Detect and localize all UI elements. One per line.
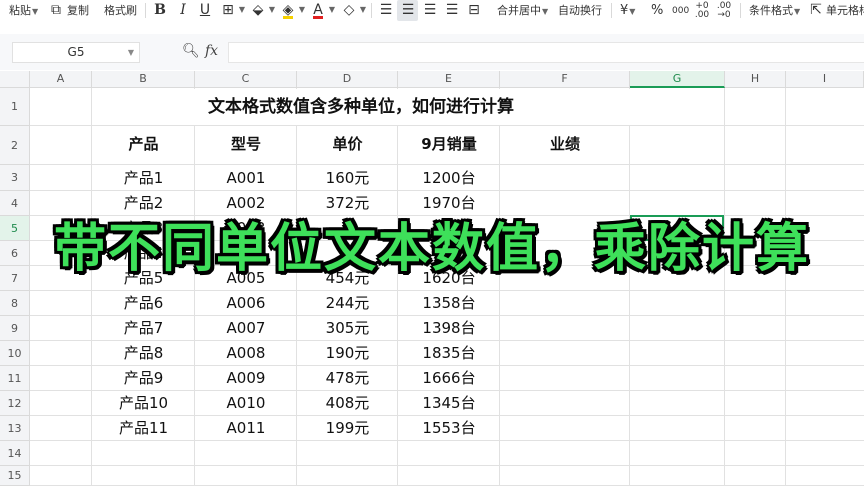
table-cell[interactable]: A008 [195,341,297,366]
toolbar-divider [145,3,146,18]
row-header-9[interactable]: 9 [0,316,30,341]
row-header-10[interactable]: 10 [0,341,30,366]
row-header-12[interactable]: 12 [0,391,30,416]
header-cell[interactable]: 单价 [297,126,398,165]
currency-button[interactable]: ¥▼ [620,1,635,21]
conditional-format-button[interactable]: 条件格式▼ [749,1,800,21]
distributed-icon[interactable]: ⊟ [466,2,482,18]
overlay-caption: 带不同单位文本数值，乘除计算 [53,219,810,279]
paste-button[interactable]: 粘贴▼ [9,1,38,21]
toolbar: 粘贴▼ ⧉ 复制 格式刷 B I U ⊞ ▼ ⬙ ▼ ◈ ▼ A ▼ ◇ ▼ ☰… [0,0,864,22]
thousands-button[interactable]: 000 [672,1,689,21]
column-header-b[interactable]: B [92,71,195,88]
table-cell[interactable]: 1835台 [398,341,500,366]
chevron-down-icon[interactable]: ▼ [355,2,371,18]
align-center-icon[interactable]: ☰ [400,2,416,18]
column-header-f[interactable]: F [500,71,630,88]
table-cell[interactable]: 305元 [297,316,398,341]
header-cell[interactable]: 型号 [195,126,297,165]
chevron-down-icon[interactable]: ▼ [294,2,310,18]
table-cell[interactable]: 478元 [297,366,398,391]
table-cell[interactable]: 408元 [297,391,398,416]
function-icon[interactable]: fx [205,43,218,59]
table-cell[interactable]: 产品8 [92,341,195,366]
chevron-down-icon[interactable]: ▼ [234,2,250,18]
gridline-horizontal [30,465,864,466]
underline-icon[interactable]: U [197,2,213,18]
decrease-decimal-icon[interactable]: .00 →0 [716,2,732,20]
name-box[interactable]: G5 ▼ [12,42,140,63]
column-header-c[interactable]: C [195,71,297,88]
table-cell[interactable]: 产品10 [92,391,195,416]
column-header-d[interactable]: D [297,71,398,88]
row-header-15[interactable]: 15 [0,466,30,486]
sheet-title[interactable]: 文本格式数值含多种单位，如何进行计算 [92,89,630,125]
gridline-vertical [785,88,786,486]
chevron-down-icon[interactable]: ▼ [324,2,340,18]
zoom-icon[interactable]: 🔍︎ [182,43,200,59]
table-cell[interactable]: 1358台 [398,291,500,316]
toolbar-divider [740,3,741,18]
table-cell[interactable]: 1345台 [398,391,500,416]
table-cell[interactable]: 产品6 [92,291,195,316]
table-cell[interactable]: 1398台 [398,316,500,341]
table-cell[interactable]: 产品1 [92,165,195,191]
wrap-text-button[interactable]: 自动换行 [558,1,602,21]
select-all-corner[interactable] [0,71,30,88]
table-cell[interactable]: A007 [195,316,297,341]
table-cell[interactable]: A001 [195,165,297,191]
copy-button[interactable]: 复制 [67,1,89,21]
percent-button[interactable]: % [651,1,663,21]
column-header-e[interactable]: E [398,71,500,88]
cell-style-icon[interactable]: ⇱ [808,2,824,18]
table-cell[interactable]: 199元 [297,416,398,441]
toolbar-divider [371,3,372,18]
cell-style-button[interactable]: 单元格样 [826,1,864,21]
format-painter-button[interactable]: 格式刷 [104,1,137,21]
table-cell[interactable]: A006 [195,291,297,316]
toolbar-divider [611,3,612,18]
row-header-8[interactable]: 8 [0,291,30,316]
align-right-icon[interactable]: ☰ [422,2,438,18]
table-cell[interactable]: A010 [195,391,297,416]
table-cell[interactable]: 1553台 [398,416,500,441]
align-left-icon[interactable]: ☰ [378,2,394,18]
gridline-vertical [724,88,725,486]
merge-center-button[interactable]: 合并居中▼ [497,1,548,21]
formula-input[interactable] [228,42,864,63]
table-cell[interactable]: 产品11 [92,416,195,441]
header-cell[interactable]: 业绩 [500,126,630,165]
row-header-11[interactable]: 11 [0,366,30,391]
column-header-i[interactable]: I [786,71,864,88]
table-cell[interactable]: A009 [195,366,297,391]
increase-decimal-icon[interactable]: +0.00 [694,2,710,20]
copy-icon[interactable]: ⧉ [48,2,64,18]
header-cell[interactable]: 9月销量 [398,126,500,165]
table-cell[interactable]: 190元 [297,341,398,366]
row-header-1[interactable]: 1 [0,88,30,126]
italic-icon[interactable]: I [175,2,191,18]
table-cell[interactable]: 1666台 [398,366,500,391]
chevron-down-icon[interactable]: ▼ [264,2,280,18]
table-cell[interactable]: 1200台 [398,165,500,191]
justify-icon[interactable]: ☰ [444,2,460,18]
row-header-14[interactable]: 14 [0,441,30,466]
table-cell[interactable]: A011 [195,416,297,441]
table-cell[interactable]: 244元 [297,291,398,316]
header-cell[interactable]: 产品 [92,126,195,165]
row-header-13[interactable]: 13 [0,416,30,441]
bold-icon[interactable]: B [152,2,168,18]
table-cell[interactable]: 产品7 [92,316,195,341]
column-header-g[interactable]: G [630,71,725,88]
column-header-h[interactable]: H [725,71,786,88]
chevron-down-icon[interactable]: ▼ [128,43,134,62]
row-header-2[interactable]: 2 [0,126,30,165]
column-header-a[interactable]: A [30,71,92,88]
table-cell[interactable]: 160元 [297,165,398,191]
table-cell[interactable]: 产品9 [92,366,195,391]
row-header-3[interactable]: 3 [0,165,30,191]
